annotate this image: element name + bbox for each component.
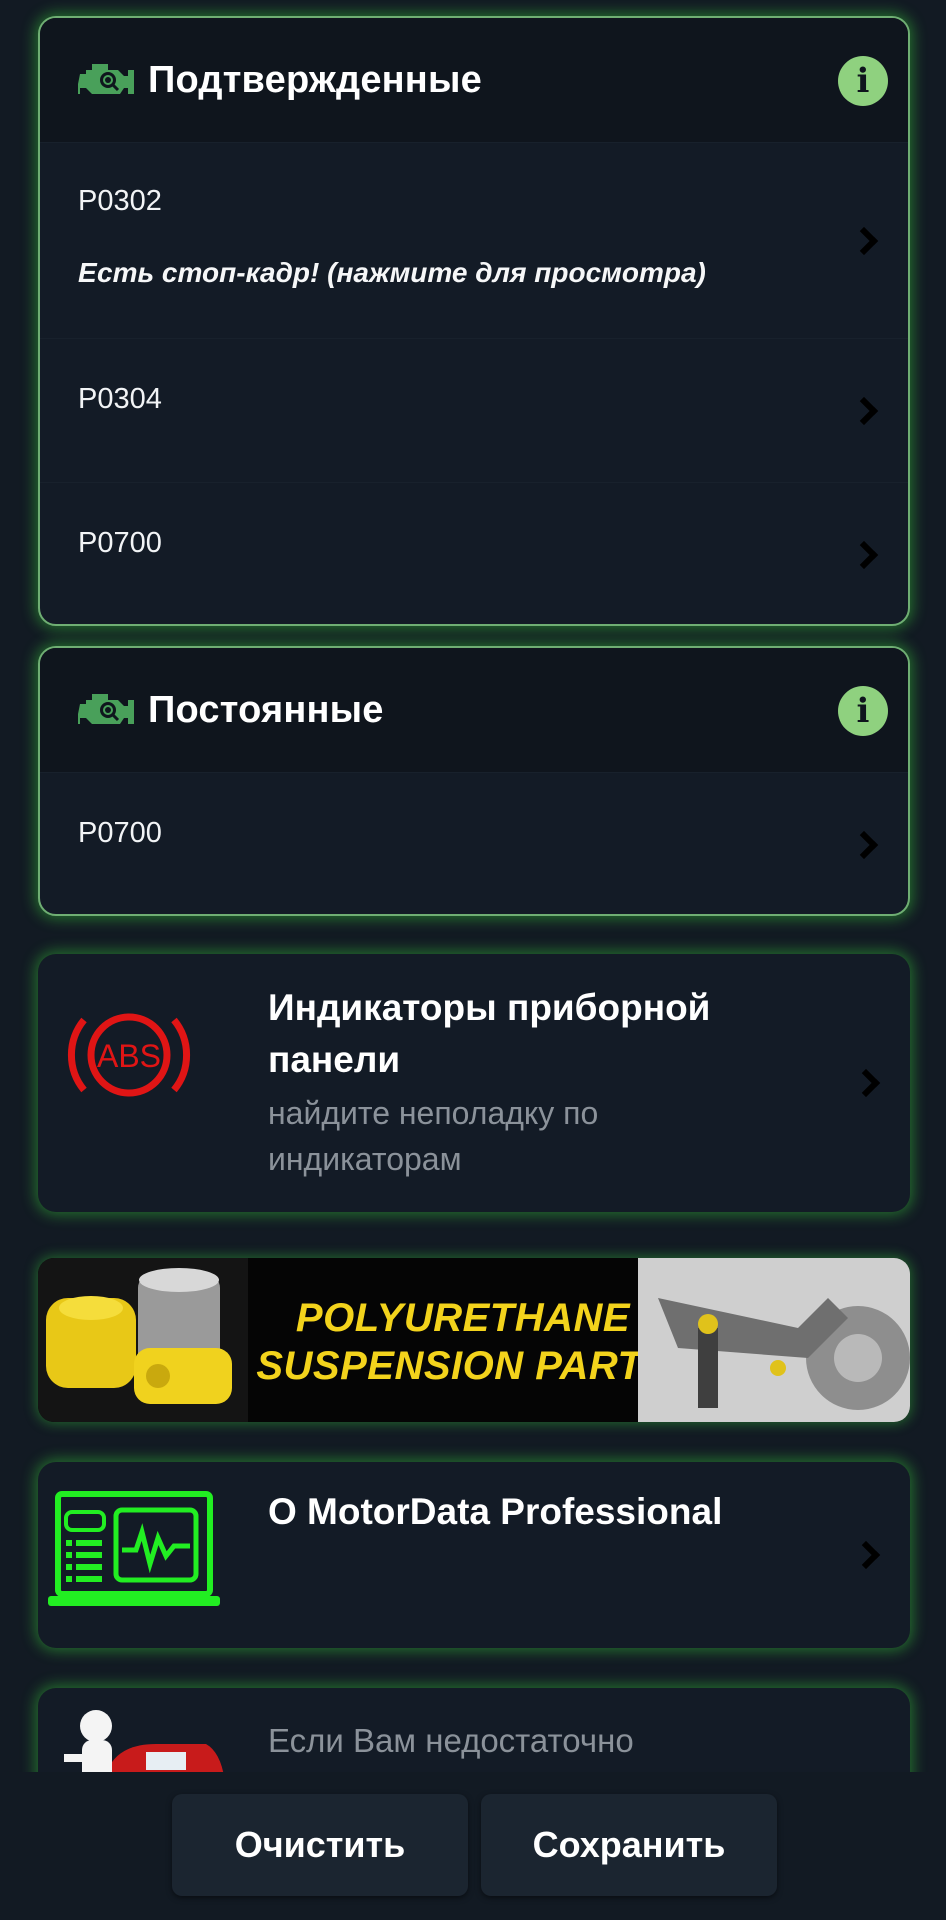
confirmed-header: Подтвержденные i xyxy=(40,18,908,142)
screen: Подтвержденные i P0302 Есть стоп-кадр! (… xyxy=(0,0,946,1920)
indicators-title: Индикаторы приборной панели xyxy=(268,987,711,1080)
chevron-right-icon xyxy=(849,830,879,860)
dashboard-indicators-card[interactable]: ABS Индикаторы приборной панели найдите … xyxy=(38,954,910,1212)
code-row[interactable]: P0700 xyxy=(40,482,908,624)
code-label: P0304 xyxy=(78,383,162,415)
freeze-frame-note: Есть стоп-кадр! (нажмите для просмотра) xyxy=(78,257,706,288)
code-label: P0302 xyxy=(78,185,162,217)
code-label: P0700 xyxy=(78,527,162,559)
banner-line-1: POLYURETHANE xyxy=(295,1296,631,1340)
suspension-image xyxy=(638,1258,910,1422)
code-label: P0700 xyxy=(78,817,162,849)
help-text: Если Вам недостаточно xyxy=(268,1722,634,1759)
permanent-codes-card: Постоянные i P0700 xyxy=(38,646,910,916)
chevron-right-icon xyxy=(849,396,879,426)
indicators-text: Индикаторы приборной панели найдите непо… xyxy=(268,982,788,1182)
svg-text:ABS: ABS xyxy=(97,1038,161,1074)
banner-line-2: SUSPENSION PARTS xyxy=(256,1344,670,1388)
bushing-parts-image xyxy=(38,1258,248,1422)
save-button[interactable]: Сохранить xyxy=(481,1794,777,1896)
indicators-subtitle: найдите неполадку по индикаторам xyxy=(268,1095,599,1177)
chevron-right-icon xyxy=(849,226,879,255)
bottom-action-bar: Очистить Сохранить xyxy=(0,1772,946,1920)
confirmed-codes-card: Подтвержденные i P0302 Есть стоп-кадр! (… xyxy=(38,16,910,626)
permanent-header: Постоянные i xyxy=(40,648,908,772)
info-icon[interactable]: i xyxy=(838,686,888,736)
info-icon[interactable]: i xyxy=(838,56,888,106)
permanent-title: Постоянные xyxy=(148,688,384,731)
check-engine-icon xyxy=(78,64,134,94)
abs-warning-icon: ABS xyxy=(68,1013,190,1097)
confirmed-title: Подтвержденные xyxy=(148,58,482,101)
laptop-diagnostic-icon xyxy=(48,1491,220,1606)
chevron-right-icon xyxy=(851,1068,881,1098)
code-row[interactable]: P0700 xyxy=(40,772,908,914)
chevron-right-icon xyxy=(849,540,879,570)
code-row[interactable]: P0304 xyxy=(40,338,908,482)
ad-banner[interactable]: POLYURETHANE SUSPENSION PARTS xyxy=(38,1258,910,1422)
about-title: О MotorData Professional xyxy=(268,1491,723,1532)
check-engine-icon xyxy=(78,694,134,724)
chevron-right-icon xyxy=(851,1540,881,1570)
about-motordata-card[interactable]: О MotorData Professional xyxy=(38,1462,910,1648)
code-row[interactable]: P0302 Есть стоп-кадр! (нажмите для просм… xyxy=(40,142,908,338)
clear-button[interactable]: Очистить xyxy=(172,1794,468,1896)
